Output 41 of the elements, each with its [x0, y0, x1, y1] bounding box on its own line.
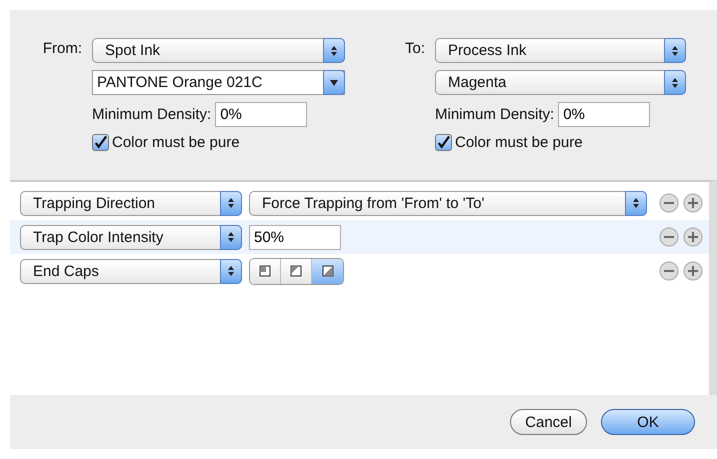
remove-icon[interactable]: [659, 193, 679, 213]
end-cap-segment[interactable]: [250, 258, 281, 284]
value-field[interactable]: 50%: [249, 224, 341, 250]
end-cap-segment[interactable]: [281, 258, 312, 284]
combo-box[interactable]: PANTONE Orange 021C: [92, 70, 345, 95]
attribute-popup[interactable]: Trap Color Intensity: [20, 224, 242, 250]
pure-checkbox[interactable]: Color must be pure: [92, 134, 345, 151]
add-icon[interactable]: [683, 227, 703, 247]
field-label: Minimum Density:: [435, 106, 554, 123]
rule-row[interactable]: Trap Color Intensity 50%: [10, 220, 709, 254]
end-cap-icon: [259, 265, 271, 277]
popup-menu[interactable]: Process Ink: [435, 38, 686, 63]
end-cap-icon: [290, 265, 302, 277]
end-cap-icon: [322, 265, 334, 277]
rule-row[interactable]: End Caps: [10, 254, 709, 288]
end-cap-segment[interactable]: [312, 258, 343, 284]
add-icon[interactable]: [683, 193, 703, 213]
field-label: Minimum Density:: [92, 106, 212, 123]
remove-icon[interactable]: [659, 261, 679, 281]
dialog-button[interactable]: OK: [601, 409, 695, 435]
side-label: From:: [42, 39, 83, 57]
stepper-arrows-icon: [323, 38, 345, 63]
density-field[interactable]: 0%: [558, 102, 650, 127]
stepper-arrows-icon: [220, 224, 242, 250]
stepper-arrows-icon: [664, 70, 686, 95]
side-label: To:: [404, 39, 426, 57]
popup-menu[interactable]: Spot Ink: [92, 38, 345, 63]
density-field[interactable]: 0%: [215, 102, 308, 127]
pure-checkbox[interactable]: Color must be pure: [435, 134, 686, 151]
dialog-button[interactable]: Cancel: [510, 409, 587, 435]
stepper-arrows-icon: [664, 38, 686, 63]
attribute-popup[interactable]: Trapping Direction: [20, 190, 242, 216]
attribute-popup[interactable]: End Caps: [20, 258, 242, 284]
stepper-arrows-icon: [625, 190, 647, 216]
stepper-arrows-icon: [220, 190, 242, 216]
remove-icon[interactable]: [659, 227, 679, 247]
add-icon[interactable]: [683, 261, 703, 281]
value-popup[interactable]: Force Trapping from 'From' to 'To': [249, 190, 647, 216]
popup-menu[interactable]: Magenta: [435, 70, 686, 95]
stepper-arrows-icon: [220, 258, 242, 284]
rule-row[interactable]: Trapping Direction Force Trapping from 'From' to 'To': [10, 186, 709, 220]
